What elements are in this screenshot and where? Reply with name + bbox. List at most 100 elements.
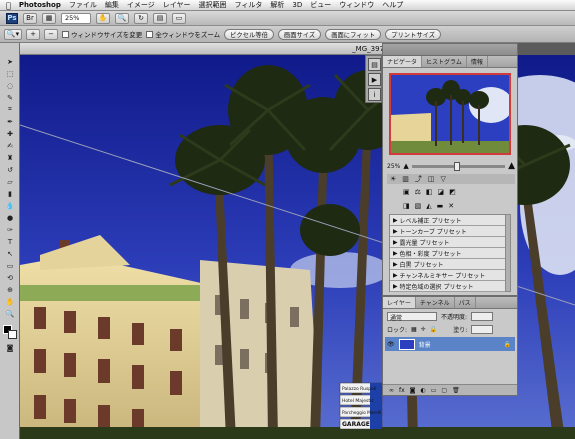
type-tool-icon[interactable]: T: [2, 237, 18, 246]
gradient-tool-icon[interactable]: ▮: [2, 189, 18, 198]
history-brush-tool-icon[interactable]: ↺: [2, 165, 18, 174]
healing-brush-tool-icon[interactable]: ✚: [2, 129, 18, 138]
color-balance-icon[interactable]: ⚖: [415, 188, 421, 196]
vibrance-icon[interactable]: ▽: [441, 175, 446, 183]
clone-stamp-tool-icon[interactable]: ♜: [2, 153, 18, 162]
fill-screen-button[interactable]: 画面にフィット: [325, 28, 382, 40]
visibility-eye-icon[interactable]: 👁: [387, 341, 395, 348]
screen-mode-button[interactable]: ▭: [172, 12, 186, 24]
resize-windows-checkbox[interactable]: ウィンドウサイズを変更: [62, 29, 142, 39]
preset-hue-saturation[interactable]: ▶ 色相・彩度 プリセット: [390, 248, 506, 259]
layer-row-background[interactable]: 👁 背景 🔒: [385, 337, 515, 351]
hand-tool-icon[interactable]: ✋: [2, 297, 18, 306]
slider-thumb[interactable]: [453, 161, 460, 171]
link-layers-icon[interactable]: ∞: [389, 387, 394, 394]
3d-rotate-tool-icon[interactable]: ⟲: [2, 273, 18, 282]
threshold-icon[interactable]: ◭: [426, 202, 431, 210]
tab-histogram[interactable]: ヒストグラム: [422, 56, 467, 67]
info-panel-icon[interactable]: i: [368, 88, 381, 101]
print-size-button[interactable]: プリントサイズ: [385, 28, 442, 40]
actual-pixels-button[interactable]: ピクセル等倍: [224, 28, 274, 40]
history-panel-icon[interactable]: ▤: [368, 58, 381, 71]
background-color-swatch[interactable]: [8, 330, 17, 339]
document-title-bar[interactable]: _MG_397: [20, 43, 388, 55]
bridge-button[interactable]: Br: [23, 12, 37, 24]
preset-channel-mixer[interactable]: ▶ チャンネルミキサー プリセット: [390, 270, 506, 281]
zoom-in-mountain-icon[interactable]: ▲: [508, 161, 515, 171]
lock-pixels-icon[interactable]: ▦: [411, 326, 417, 333]
tab-channels[interactable]: チャンネル: [416, 297, 455, 308]
presets-scrollbar[interactable]: [505, 214, 511, 292]
gradient-map-icon[interactable]: ▬: [437, 202, 444, 210]
preset-curves[interactable]: ▶ トーンカーブ プリセット: [390, 226, 506, 237]
dodge-tool-icon[interactable]: ●: [2, 213, 18, 222]
menu-window[interactable]: ウィンドウ: [339, 0, 374, 10]
menu-3d[interactable]: 3D: [292, 1, 302, 9]
tab-navigator[interactable]: ナビゲータ: [383, 56, 423, 67]
invert-icon[interactable]: ◨: [403, 202, 410, 210]
navigator-zoom-slider[interactable]: [411, 161, 506, 171]
hue-saturation-icon[interactable]: ▣: [403, 188, 410, 196]
zoom-out-icon[interactable]: −: [44, 28, 58, 40]
zoom-out-mountain-icon[interactable]: ▲: [403, 162, 408, 170]
exposure-icon[interactable]: ◫: [428, 175, 435, 183]
add-mask-icon[interactable]: ◙: [410, 387, 416, 394]
lock-all-icon[interactable]: 🔒: [430, 326, 437, 333]
menu-layer[interactable]: レイヤー: [163, 0, 191, 10]
brightness-icon[interactable]: ☀: [390, 175, 396, 183]
menu-analysis[interactable]: 解析: [270, 0, 284, 10]
adjustment-layer-icon[interactable]: ◐: [421, 387, 426, 394]
eyedropper-tool-icon[interactable]: ✒: [2, 117, 18, 126]
new-group-icon[interactable]: ▭: [431, 387, 437, 394]
fill-input[interactable]: [471, 325, 494, 334]
channel-mixer-icon[interactable]: ◩: [449, 188, 456, 196]
marquee-tool-icon[interactable]: ⬚: [2, 69, 18, 78]
menu-photoshop[interactable]: Photoshop: [19, 1, 61, 9]
arrange-documents-button[interactable]: ▤: [153, 12, 167, 24]
shape-tool-icon[interactable]: ▭: [2, 261, 18, 270]
menu-help[interactable]: ヘルプ: [382, 0, 403, 10]
blur-tool-icon[interactable]: 💧: [2, 201, 18, 210]
menu-select[interactable]: 選択範囲: [199, 0, 227, 10]
tab-layers[interactable]: レイヤー: [383, 297, 416, 308]
quick-mask-icon[interactable]: ◙: [2, 343, 18, 352]
3d-camera-tool-icon[interactable]: ⊕: [2, 285, 18, 294]
zoom-tool-button[interactable]: 🔍: [115, 12, 129, 24]
brush-tool-icon[interactable]: ✍: [2, 141, 18, 150]
actions-panel-icon[interactable]: ▶: [368, 73, 381, 86]
zoom-level-select[interactable]: 25%: [61, 12, 91, 24]
preset-selective-color[interactable]: ▶ 特定色域の選択 プリセット: [390, 281, 506, 292]
lock-position-icon[interactable]: ✛: [421, 326, 426, 333]
levels-icon[interactable]: ▥: [402, 175, 409, 183]
new-layer-icon[interactable]: ▢: [441, 387, 447, 394]
zoom-all-windows-checkbox[interactable]: 全ウィンドウをズーム: [146, 29, 220, 39]
menu-filter[interactable]: フィルタ: [235, 0, 263, 10]
trash-icon[interactable]: 🗑: [452, 387, 460, 394]
tab-paths[interactable]: パス: [455, 297, 476, 308]
posterize-icon[interactable]: ▧: [415, 202, 422, 210]
navigator-preview[interactable]: [389, 73, 511, 155]
zoom-in-icon[interactable]: +: [26, 28, 40, 40]
apple-menu-icon[interactable]: : [6, 1, 11, 10]
menu-image[interactable]: イメージ: [127, 0, 155, 10]
blend-mode-select[interactable]: 通常: [387, 312, 437, 322]
eraser-tool-icon[interactable]: ▱: [2, 177, 18, 186]
preset-black-white[interactable]: ▶ 白黒 プリセット: [390, 259, 506, 270]
zoom-tool-icon[interactable]: 🔍: [2, 309, 18, 318]
opacity-input[interactable]: [471, 312, 494, 321]
zoom-tool-preset-icon[interactable]: 🔍▾: [4, 28, 22, 40]
view-extras-button[interactable]: ▦: [42, 12, 56, 24]
curves-icon[interactable]: ⤴: [415, 174, 422, 184]
menu-file[interactable]: ファイル: [69, 0, 97, 10]
pen-tool-icon[interactable]: ✑: [2, 225, 18, 234]
menu-view[interactable]: ビュー: [310, 0, 331, 10]
quick-select-tool-icon[interactable]: ✎: [2, 93, 18, 102]
selective-color-icon[interactable]: ✕: [448, 202, 454, 210]
preset-exposure[interactable]: ▶ 露光量 プリセット: [390, 237, 506, 248]
fit-screen-button[interactable]: 画面サイズ: [277, 28, 322, 40]
move-tool-icon[interactable]: ➤: [2, 57, 18, 66]
navigator-zoom-value[interactable]: 25%: [387, 163, 400, 170]
lasso-tool-icon[interactable]: ◌: [2, 81, 18, 90]
path-select-tool-icon[interactable]: ↖: [2, 249, 18, 258]
hand-tool-button[interactable]: ✋: [96, 12, 110, 24]
